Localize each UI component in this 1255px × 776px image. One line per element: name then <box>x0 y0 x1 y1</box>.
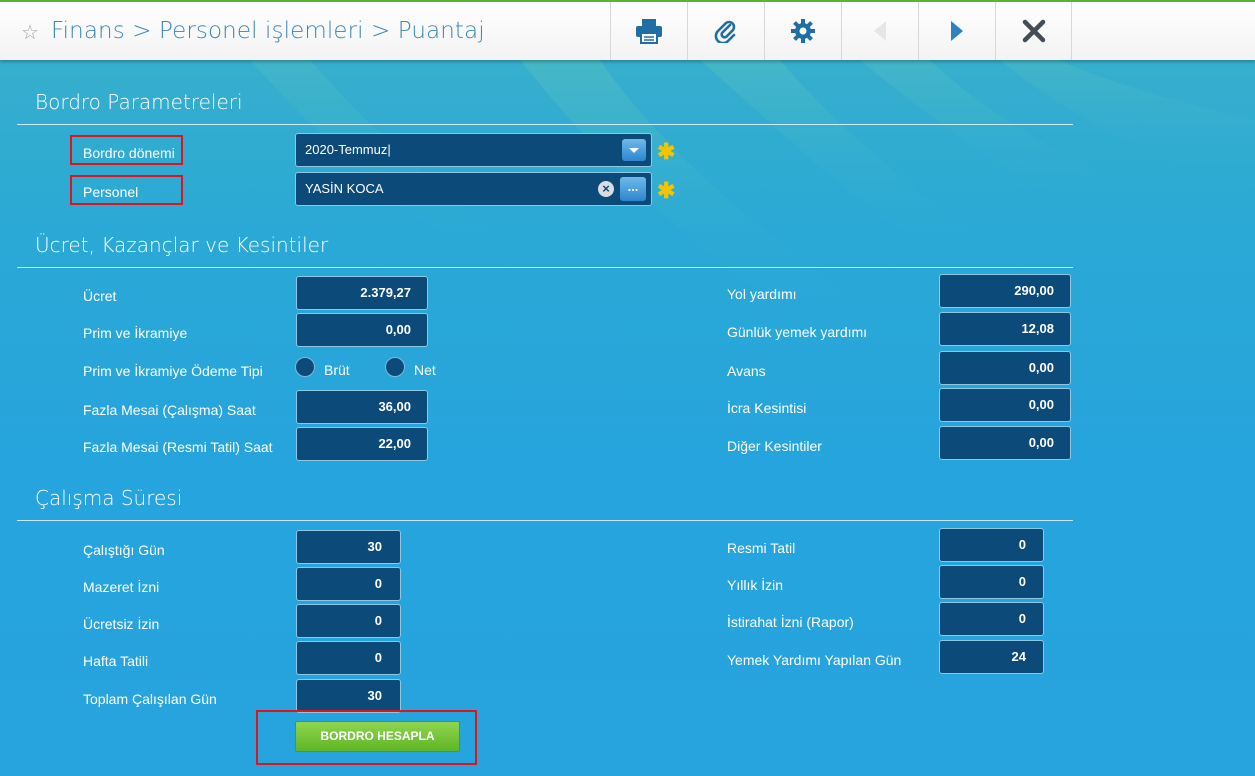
radio-net-label: Net <box>414 362 436 378</box>
ucret-input[interactable]: 2.379,27 <box>296 276 428 310</box>
bordro-hesapla-button[interactable]: BORDRO HESAPLA <box>295 721 460 752</box>
mazeret-izni-input[interactable]: 0 <box>296 567 401 601</box>
diger-kesintiler-label: Diğer Kesintiler <box>727 438 822 454</box>
ucretsiz-izin-label: Ücretsiz İzin <box>83 616 160 632</box>
section-title-bordro: Bordro Parametreleri <box>35 90 243 114</box>
istirahat-izni-input[interactable]: 0 <box>939 602 1044 636</box>
personel-label: Personel <box>83 184 139 200</box>
toplam-calisilan-gun-label: Toplam Çalışılan Gün <box>83 691 217 707</box>
personel-value: YASİN KOCA <box>305 181 384 196</box>
dropdown-button[interactable] <box>622 139 646 161</box>
mazeret-izni-label: Mazeret İzni <box>83 579 160 595</box>
toolbar <box>610 2 1072 60</box>
radio-net[interactable] <box>385 357 405 377</box>
section-divider <box>17 520 1073 521</box>
period-value: 2020-Temmuz <box>305 142 388 157</box>
fazla-mesai-calisma-label: Fazla Mesai (Çalışma) Saat <box>83 402 256 418</box>
section-title-ucret: Ücret, Kazançlar ve Kesintiler <box>35 233 329 257</box>
calistigi-gun-label: Çalıştığı Gün <box>83 542 165 558</box>
yemek-yardimi-input[interactable]: 12,08 <box>939 312 1071 346</box>
attach-button[interactable] <box>687 2 764 60</box>
period-select[interactable]: 2020-Temmuz| <box>295 133 652 167</box>
paperclip-icon <box>714 20 736 43</box>
prim-input[interactable]: 0,00 <box>296 313 428 347</box>
prev-icon <box>874 21 886 41</box>
section-divider <box>17 124 1073 125</box>
clear-icon[interactable]: × <box>598 181 614 197</box>
browse-button[interactable]: ... <box>620 177 646 201</box>
yol-yardimi-input[interactable]: 290,00 <box>939 274 1071 308</box>
yemek-yardimi-gun-label: Yemek Yardımı Yapılan Gün <box>727 652 902 668</box>
favorite-star-icon[interactable]: ☆ <box>21 20 39 45</box>
settings-button[interactable] <box>764 2 841 60</box>
istirahat-izni-label: İstirahat İzni (Rapor) <box>727 614 854 630</box>
next-icon <box>951 21 963 41</box>
toplam-calisilan-gun-input[interactable]: 30 <box>296 679 401 713</box>
yemek-yardimi-gun-input[interactable]: 24 <box>939 640 1044 674</box>
period-label: Bordro dönemi <box>83 145 175 161</box>
yillik-izin-label: Yıllık İzin <box>727 577 784 593</box>
icra-label: İcra Kesintisi <box>727 400 807 416</box>
fazla-mesai-tatil-input[interactable]: 22,00 <box>296 427 428 461</box>
previous-button[interactable] <box>841 2 918 60</box>
yol-yardimi-label: Yol yardımı <box>727 286 797 302</box>
print-button[interactable] <box>610 2 687 60</box>
ucretsiz-izin-input[interactable]: 0 <box>296 604 401 638</box>
breadcrumb: Finans > Personel işlemleri > Puantaj <box>51 18 485 44</box>
avans-label: Avans <box>727 363 766 379</box>
next-button[interactable] <box>918 2 995 60</box>
yemek-yardimi-label: Günlük yemek yardımı <box>727 324 868 340</box>
calistigi-gun-input[interactable]: 30 <box>296 530 401 564</box>
avans-input[interactable]: 0,00 <box>939 351 1071 385</box>
hafta-tatili-input[interactable]: 0 <box>296 641 401 675</box>
fazla-mesai-calisma-input[interactable]: 36,00 <box>296 390 428 424</box>
radio-brut[interactable] <box>295 357 315 377</box>
icra-input[interactable]: 0,00 <box>939 388 1071 422</box>
prim-odeme-tipi-label: Prim ve İkramiye Ödeme Tipi <box>83 363 263 379</box>
gear-icon <box>791 19 815 43</box>
diger-kesintiler-input[interactable]: 0,00 <box>939 426 1071 460</box>
close-button[interactable] <box>995 2 1072 60</box>
prim-label: Prim ve İkramiye <box>83 325 188 341</box>
radio-brut-label: Brüt <box>324 362 350 378</box>
top-header: ☆ Finans > Personel işlemleri > Puantaj <box>0 0 1255 60</box>
personel-field[interactable]: YASİN KOCA × ... <box>295 172 652 206</box>
chevron-down-icon <box>629 148 639 153</box>
section-divider <box>17 267 1073 268</box>
required-icon: ✱ <box>657 139 676 164</box>
close-icon <box>1022 19 1045 43</box>
yillik-izin-input[interactable]: 0 <box>939 565 1044 599</box>
required-icon: ✱ <box>657 178 676 203</box>
resmi-tatil-label: Resmi Tatil <box>727 540 796 556</box>
hafta-tatili-label: Hafta Tatili <box>83 653 149 669</box>
ucret-label: Ücret <box>83 288 117 304</box>
section-title-calisma: Çalışma Süresi <box>35 486 183 510</box>
resmi-tatil-input[interactable]: 0 <box>939 528 1044 562</box>
printer-icon <box>636 19 662 44</box>
fazla-mesai-tatil-label: Fazla Mesai (Resmi Tatil) Saat <box>83 439 273 455</box>
